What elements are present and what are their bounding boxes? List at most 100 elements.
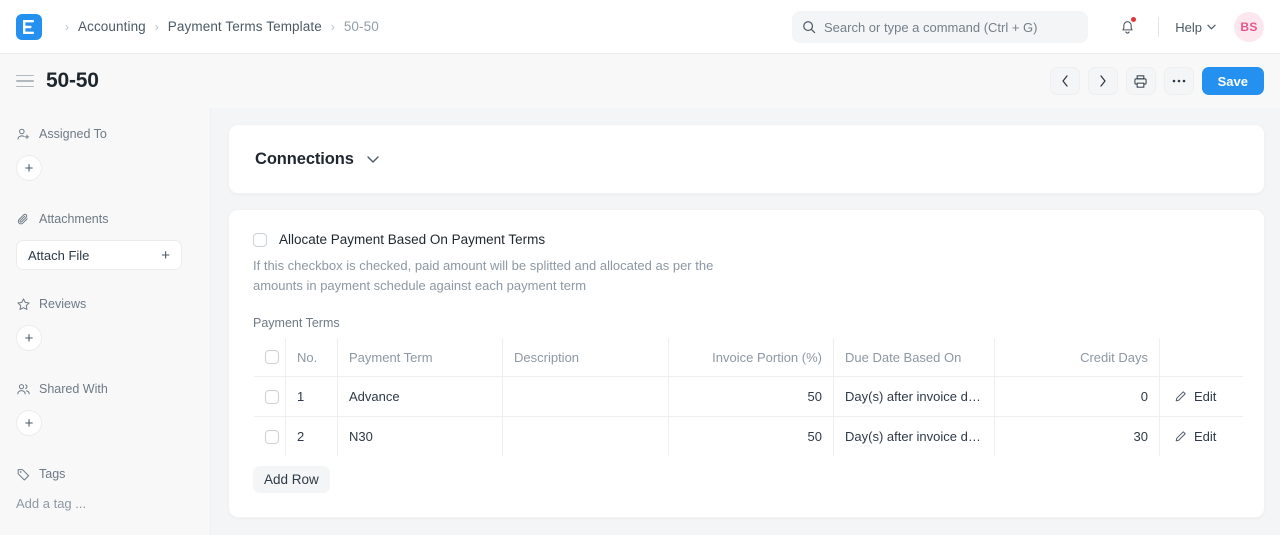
- breadcrumb-item-current: 50-50: [343, 19, 379, 34]
- assigned-to-header: Assigned To: [16, 120, 194, 148]
- sidebar-label-attachments: Attachments: [39, 212, 109, 226]
- cell-due-date-based-on[interactable]: Day(s) after invoice da...: [833, 416, 995, 456]
- global-search[interactable]: [792, 11, 1088, 43]
- star-icon: [17, 297, 30, 310]
- edit-label: Edit: [1194, 389, 1217, 404]
- pencil-icon: [1175, 391, 1186, 402]
- cell-description[interactable]: [502, 376, 669, 417]
- cell-payment-term[interactable]: Advance: [337, 376, 503, 417]
- connections-title: Connections: [255, 149, 354, 168]
- attach-file-button[interactable]: Attach File +: [16, 240, 182, 270]
- cell-due-date-based-on[interactable]: Day(s) after invoice da...: [833, 376, 995, 417]
- user-plus-icon: [17, 128, 30, 140]
- navbar-divider: [1158, 17, 1160, 37]
- edit-row-button[interactable]: Edit: [1160, 389, 1243, 404]
- sidebar-section-tags: Tags Add a tag ...: [16, 460, 194, 511]
- sidebar-label-assigned-to: Assigned To: [39, 127, 107, 141]
- column-header-description[interactable]: Description: [502, 338, 669, 377]
- sidebar-section-attachments: Attachments Attach File +: [16, 205, 194, 270]
- cell-invoice-portion[interactable]: 50: [668, 376, 834, 417]
- ellipsis-icon: [1172, 79, 1185, 83]
- table-row[interactable]: 2 N30 50 Day(s) after invoice da... 30 E…: [254, 416, 1244, 457]
- cell-actions: Edit: [1160, 417, 1244, 457]
- breadcrumb-separator: ›: [65, 19, 69, 34]
- cell-payment-term[interactable]: N30: [337, 416, 503, 456]
- add-assignment-button[interactable]: +: [16, 155, 42, 181]
- payment-terms-grid: No. Payment Term Description Invoice Por…: [253, 337, 1244, 457]
- payment-terms-section-label: Payment Terms: [253, 316, 340, 330]
- pencil-icon: [1175, 431, 1186, 442]
- cell-credit-days[interactable]: 30: [994, 416, 1160, 456]
- breadcrumb-separator: ›: [154, 19, 159, 34]
- allocate-payment-label: Allocate Payment Based On Payment Terms: [279, 232, 546, 247]
- row-checkbox[interactable]: [265, 429, 279, 444]
- search-icon: [803, 21, 816, 34]
- grid-header: No. Payment Term Description Invoice Por…: [254, 338, 1243, 377]
- tag-icon: [17, 468, 30, 480]
- chevron-down-icon: [367, 155, 379, 163]
- connections-card: Connections: [228, 124, 1265, 194]
- tags-header: Tags: [16, 460, 194, 488]
- edit-row-button[interactable]: Edit: [1160, 429, 1243, 444]
- sidebar-section-assigned-to: Assigned To +: [16, 120, 194, 181]
- breadcrumb: › Accounting › Payment Terms Template › …: [56, 19, 379, 34]
- printer-icon: [1134, 74, 1147, 88]
- add-share-button[interactable]: +: [16, 410, 42, 436]
- cell-description[interactable]: [502, 416, 669, 456]
- help-menu-button[interactable]: Help: [1175, 20, 1216, 35]
- page-body: Assigned To + Attachments Attach File +: [0, 108, 1280, 535]
- sidebar-label-shared-with: Shared With: [39, 382, 108, 396]
- prev-document-button[interactable]: [1049, 67, 1080, 95]
- app-logo[interactable]: [16, 13, 42, 40]
- page-actions: Save: [1049, 54, 1264, 108]
- cell-no: 1: [285, 376, 338, 417]
- frappe-logo-icon: [22, 19, 34, 34]
- notifications-button[interactable]: [1112, 12, 1142, 42]
- chevron-down-icon: [1207, 24, 1216, 30]
- sidebar-toggle-icon[interactable]: [16, 74, 34, 88]
- column-header-due-date-based-on[interactable]: Due Date Based On: [833, 338, 995, 377]
- column-header-invoice-portion[interactable]: Invoice Portion (%): [668, 338, 834, 377]
- attach-file-label: Attach File: [28, 247, 90, 263]
- cell-actions: Edit: [1159, 376, 1243, 417]
- add-row-button[interactable]: Add Row: [253, 466, 330, 493]
- user-avatar[interactable]: BS: [1234, 12, 1264, 42]
- select-all-checkbox[interactable]: [265, 350, 279, 364]
- cell-credit-days[interactable]: 0: [994, 376, 1160, 417]
- add-tag-input[interactable]: Add a tag ...: [16, 496, 194, 511]
- form-sidebar: Assigned To + Attachments Attach File +: [0, 108, 211, 535]
- search-input[interactable]: [824, 19, 1078, 35]
- next-document-button[interactable]: [1087, 67, 1118, 95]
- page-title: 50-50: [46, 69, 99, 92]
- add-review-button[interactable]: +: [16, 325, 42, 351]
- allocate-payment-description: If this checkbox is checked, paid amount…: [253, 258, 714, 293]
- help-label: Help: [1175, 19, 1202, 35]
- connections-toggle-button[interactable]: [367, 155, 379, 163]
- print-button[interactable]: [1125, 67, 1156, 95]
- sidebar-label-tags: Tags: [39, 467, 66, 481]
- column-header-payment-term[interactable]: Payment Term: [337, 338, 503, 377]
- navbar-right-actions: Help BS: [1112, 0, 1264, 54]
- grid-select-all-header: [254, 338, 286, 377]
- column-header-credit-days[interactable]: Credit Days: [994, 338, 1160, 377]
- save-button[interactable]: Save: [1201, 67, 1264, 95]
- sidebar-section-reviews: Reviews +: [16, 290, 194, 351]
- more-options-button[interactable]: [1163, 67, 1194, 95]
- breadcrumb-item-accounting[interactable]: Accounting: [78, 19, 146, 34]
- grid-header-row: No. Payment Term Description Invoice Por…: [254, 338, 1243, 377]
- shared-with-header: Shared With: [16, 375, 194, 403]
- column-header-no[interactable]: No.: [285, 338, 338, 377]
- edit-label: Edit: [1194, 429, 1217, 444]
- row-select-cell: [254, 416, 286, 456]
- chevron-right-icon: [1099, 75, 1106, 87]
- row-checkbox[interactable]: [265, 389, 279, 404]
- breadcrumb-item-payment-terms-template[interactable]: Payment Terms Template: [168, 19, 322, 34]
- users-icon: [17, 383, 30, 394]
- cell-invoice-portion[interactable]: 50: [668, 416, 834, 456]
- allocate-payment-checkbox[interactable]: [253, 232, 267, 247]
- table-row[interactable]: 1 Advance 50 Day(s) after invoice da... …: [254, 376, 1243, 417]
- breadcrumb-separator: ›: [330, 19, 335, 34]
